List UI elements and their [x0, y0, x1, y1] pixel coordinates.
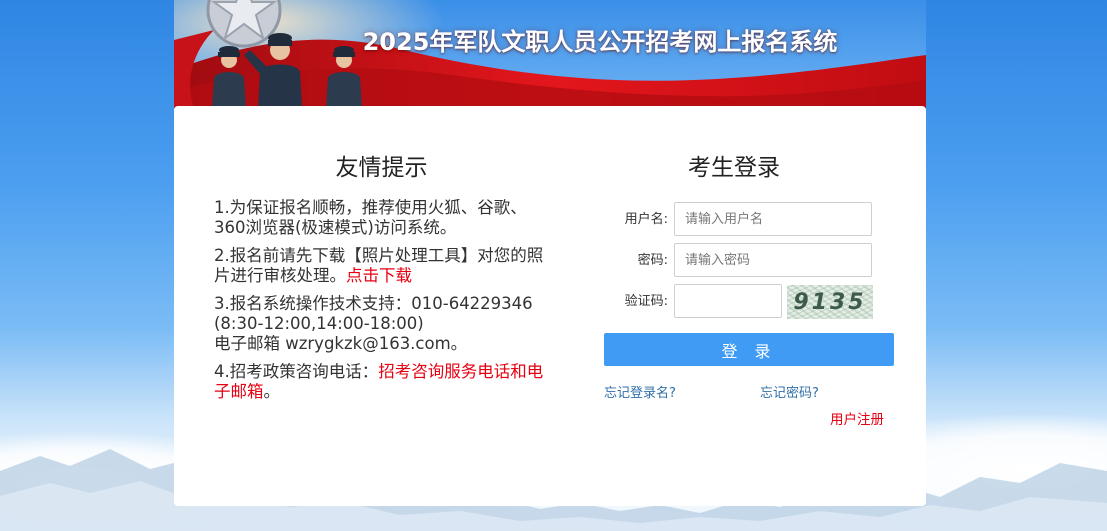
tip-item-1: 1.为保证报名顺畅，推荐使用火狐、谷歌、360浏览器(极速模式)访问系统。 — [214, 198, 554, 238]
password-input[interactable] — [674, 243, 872, 277]
header-banner: 2025年军队文职人员公开招考网上报名系统 — [174, 0, 926, 108]
tip-text-4: 4.招考政策咨询电话： — [214, 362, 379, 381]
login-title: 考生登录 — [688, 155, 780, 181]
username-input[interactable] — [674, 202, 872, 236]
tip-text-3: 3.报名系统操作技术支持：010-64229346 (8:30-12:00,14… — [214, 294, 533, 333]
site-title: 2025年军队文职人员公开招考网上报名系统 — [362, 28, 838, 56]
main-card: 友情提示 1.为保证报名顺畅，推荐使用火狐、谷歌、360浏览器(极速模式)访问系… — [174, 106, 926, 506]
login-button[interactable]: 登 录 — [604, 333, 894, 366]
tip-item-3: 3.报名系统操作技术支持：010-64229346 (8:30-12:00,14… — [214, 294, 554, 354]
username-label: 用户名: — [624, 212, 668, 227]
register-link[interactable]: 用户注册 — [830, 408, 884, 428]
tip-text-1: 1.为保证报名顺畅，推荐使用火狐、谷歌、360浏览器(极速模式)访问系统。 — [214, 198, 527, 237]
tips-title: 友情提示 — [335, 155, 428, 181]
tip-email: 电子邮箱 wzrygkzk@163.com。 — [214, 334, 468, 353]
password-label: 密码: — [637, 253, 668, 268]
tip-item-4: 4.招考政策咨询电话：招考咨询服务电话和电子邮箱。 — [214, 362, 554, 402]
tip-item-2: 2.报名前请先下载【照片处理工具】对您的照片进行审核处理。点击下载 — [214, 246, 554, 286]
forgot-username-link[interactable]: 忘记登录名? — [604, 382, 676, 401]
captcha-image[interactable]: 9135 — [787, 285, 873, 319]
download-tool-link[interactable]: 点击下载 — [346, 266, 412, 285]
captcha-input[interactable] — [674, 284, 782, 318]
tip-text-4-end: 。 — [263, 382, 281, 401]
tips-list: 1.为保证报名顺畅，推荐使用火狐、谷歌、360浏览器(极速模式)访问系统。 2.… — [214, 198, 554, 410]
forgot-password-link[interactable]: 忘记密码? — [760, 382, 819, 401]
captcha-label: 验证码: — [624, 294, 668, 309]
